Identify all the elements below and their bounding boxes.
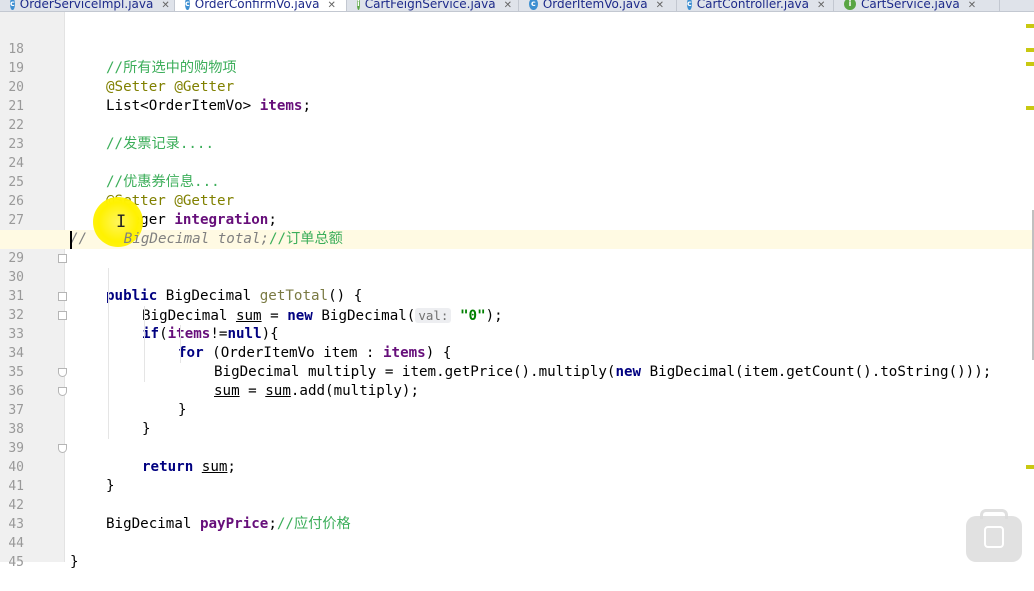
code-line: 22 //发票记录.... <box>0 97 1034 152</box>
tab-label: CartController.java <box>696 0 810 11</box>
code-line-commented: // BigDecimal total;//订单总额 <box>0 211 1034 247</box>
class-file-icon: c <box>10 0 15 10</box>
text-cursor-icon: I <box>116 212 127 232</box>
class-file-icon: c <box>185 0 190 10</box>
code-line: 30 public BigDecimal getTotal() { <box>0 249 1034 304</box>
comment-prefix: // <box>70 231 130 247</box>
code-line: 33 for (OrderItemVo item : items) { <box>0 306 1034 361</box>
code-line: 31 BigDecimal sum = new BigDecimal(val: … <box>0 268 1034 324</box>
fold-end-icon[interactable] <box>58 387 67 396</box>
class-file-icon: c <box>687 0 692 10</box>
fold-toggle-icon[interactable] <box>58 311 67 320</box>
tab-label: CartFeignService.java <box>364 0 496 11</box>
line-number: 45 <box>8 555 24 570</box>
tab-label: OrderItemVo.java <box>542 0 648 11</box>
fold-end-icon[interactable] <box>58 444 67 453</box>
code-line: 18 //所有选中的购物项 <box>0 21 1034 76</box>
editor-tab[interactable]: i CartService.java ✕ <box>834 0 1000 11</box>
commented-code: BigDecimal total; <box>123 231 270 247</box>
editor-tab[interactable]: c OrderConfirmVo.java ✕ <box>175 0 347 11</box>
code-line: 41 <box>0 458 1034 494</box>
indent-guide <box>180 325 181 363</box>
tab-label: OrderServiceImpl.java <box>19 0 154 11</box>
indent-guide <box>108 268 109 439</box>
close-tab-icon[interactable]: ✕ <box>504 0 512 11</box>
code-line: 44 } <box>0 515 1034 570</box>
class-file-icon: i <box>357 0 360 10</box>
code-line: 32 if(items!=null){ <box>0 287 1034 342</box>
close-tab-icon[interactable]: ✕ <box>656 0 664 11</box>
scroll-marker[interactable] <box>1026 24 1034 28</box>
code-line: 26 Integer integration; <box>0 173 1034 228</box>
tab-label: CartService.java <box>861 0 960 11</box>
play-icon <box>984 526 1004 548</box>
code-line: 37 } <box>0 382 1034 437</box>
code-line: 19 @Setter @Getter <box>0 40 1034 95</box>
scroll-marker[interactable] <box>1026 465 1034 469</box>
close-tab-icon[interactable]: ✕ <box>968 0 976 11</box>
code-line: 34 BigDecimal multiply = item.getPrice()… <box>0 325 1034 380</box>
comment: //订单总额 <box>269 231 343 247</box>
editor-tab[interactable]: c OrderServiceImpl.java ✕ <box>0 0 175 11</box>
code-line: 45 <box>0 534 1034 570</box>
code-line: 21 <box>0 78 1034 114</box>
class-file-icon: c <box>529 0 538 10</box>
scroll-marker[interactable] <box>1026 62 1034 66</box>
fold-toggle-icon[interactable] <box>58 292 67 301</box>
scroll-marker[interactable] <box>1026 48 1034 52</box>
close-tab-icon[interactable]: ✕ <box>817 0 825 11</box>
class-file-icon: i <box>844 0 856 10</box>
code-line: 42 BigDecimal payPrice;//应付价格 <box>0 477 1034 532</box>
code-line: 38 <box>0 401 1034 437</box>
fold-end-icon[interactable] <box>58 368 67 377</box>
code-line: 35 sum = sum.add(multiply); <box>0 344 1034 399</box>
editor-tab[interactable]: c CartController.java ✕ <box>677 0 834 11</box>
fold-toggle-icon[interactable] <box>58 254 67 263</box>
code-line: 40 } <box>0 439 1034 494</box>
close-tab-icon[interactable]: ✕ <box>328 0 336 11</box>
play-button[interactable] <box>966 516 1022 562</box>
brace: } <box>70 554 79 570</box>
code-line: 43 <box>0 496 1034 532</box>
code-line: 27 <box>0 192 1034 228</box>
code-line: 36 } <box>0 363 1034 418</box>
code-line: 25 @Setter @Getter <box>0 154 1034 209</box>
code-line: 39 return sum; <box>0 420 1034 475</box>
text-caret <box>70 231 72 249</box>
code-line: 23 <box>0 116 1034 152</box>
code-line: 20 List<OrderItemVo> items; <box>0 59 1034 114</box>
editor-tab-bar: c OrderServiceImpl.java ✕ c OrderConfirmVo.j… <box>0 0 1034 12</box>
code-line: 24 //优惠券信息... <box>0 135 1034 190</box>
editor-tab[interactable]: c OrderItemVo.java ✕ <box>519 0 677 11</box>
scroll-marker[interactable] <box>1026 106 1034 110</box>
indent-guide <box>144 306 145 382</box>
editor-tab[interactable]: i CartFeignService.java ✕ <box>347 0 519 11</box>
tab-label: OrderConfirmVo.java <box>194 0 320 11</box>
close-tab-icon[interactable]: ✕ <box>161 0 169 11</box>
